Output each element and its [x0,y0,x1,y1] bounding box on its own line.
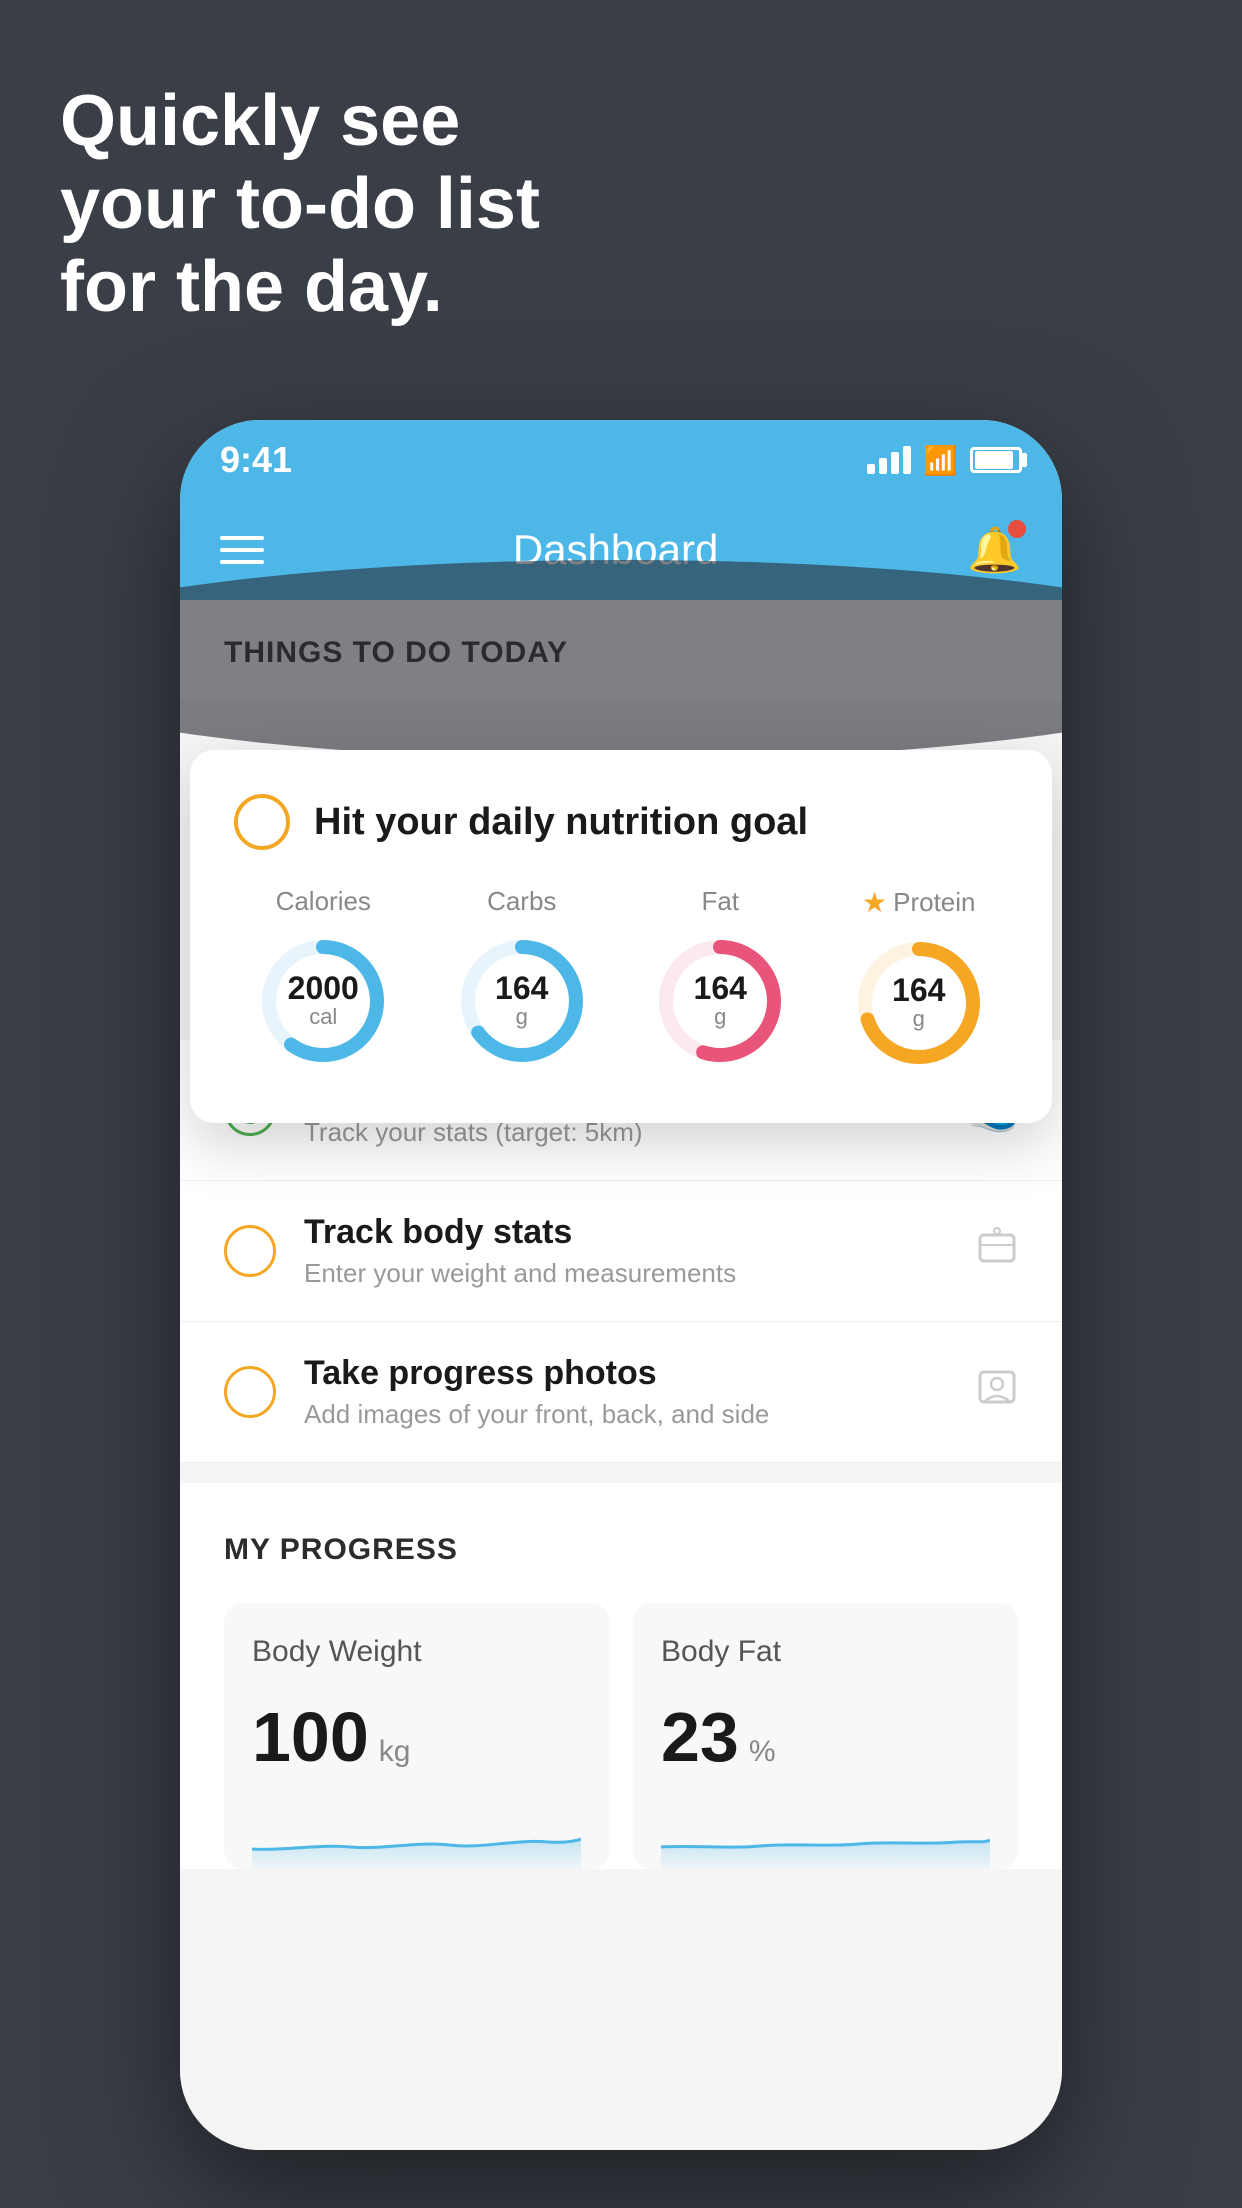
notification-dot [1008,520,1026,538]
todo-text-photos: Take progress photos Add images of your … [304,1354,948,1430]
hamburger-menu[interactable] [220,536,264,564]
body-weight-card[interactable]: Body Weight 100 kg [224,1603,609,1869]
body-weight-label: Body Weight [252,1635,581,1669]
nutrition-card: Hit your daily nutrition goal Calories [190,750,1052,1123]
todo-text-body-stats: Track body stats Enter your weight and m… [304,1213,948,1289]
todo-sub-photos: Add images of your front, back, and side [304,1399,948,1430]
body-fat-unit: % [749,1735,776,1769]
calories-value: 2000 [288,972,359,1004]
protein-donut: 164 g [849,933,989,1073]
fat-donut: 164 g [650,931,790,1071]
protein-item: ★ Protein 164 g [849,886,989,1073]
battery-icon [970,447,1022,473]
todo-title-body-stats: Track body stats [304,1213,948,1252]
scale-icon [976,1225,1018,1277]
fat-value: 164 [694,972,747,1004]
body-weight-value: 100 [252,1697,369,1777]
progress-section: MY PROGRESS Body Weight 100 kg [180,1483,1062,1869]
calories-unit: cal [288,1004,359,1030]
calories-item: Calories 2000 cal [253,886,393,1073]
nutrition-grid: Calories 2000 cal [234,886,1008,1073]
protein-value: 164 [892,974,945,1006]
protein-unit: g [892,1006,945,1032]
wifi-icon: 📶 [923,444,958,477]
signal-icon [867,446,911,474]
carbs-item: Carbs 164 g [452,886,592,1073]
todo-circle-photos [224,1366,276,1418]
phone-mockup: 9:41 📶 Dashboard 🔔 THINGS TO [180,420,1062,2150]
star-icon: ★ [862,886,887,919]
carbs-value: 164 [495,972,548,1004]
body-fat-label: Body Fat [661,1635,990,1669]
hero-text: Quickly see your to-do list for the day. [60,80,540,328]
calories-label: Calories [276,886,371,917]
todo-sub-body-stats: Enter your weight and measurements [304,1258,948,1289]
hero-line3: for the day. [60,246,540,329]
todo-title-photos: Take progress photos [304,1354,948,1393]
carbs-label: Carbs [487,886,556,917]
card-title: Hit your daily nutrition goal [314,801,808,844]
notification-bell[interactable]: 🔔 [967,524,1022,576]
carbs-unit: g [495,1004,548,1030]
main-content: THINGS TO DO TODAY Hit your daily nutrit… [180,600,1062,2150]
fat-label: Fat [701,886,739,917]
carbs-donut: 164 g [452,931,592,1071]
protein-label-row: ★ Protein [862,886,976,919]
body-weight-value-row: 100 kg [252,1697,581,1777]
todo-item-photos[interactable]: Take progress photos Add images of your … [180,1322,1062,1463]
todo-item-body-stats[interactable]: Track body stats Enter your weight and m… [180,1181,1062,1322]
todo-circle-body-stats [224,1225,276,1277]
protein-label: Protein [893,887,975,918]
body-weight-sparkline [252,1809,581,1869]
body-fat-sparkline [661,1809,990,1869]
card-header: Hit your daily nutrition goal [234,794,1008,850]
body-fat-card[interactable]: Body Fat 23 % [633,1603,1018,1869]
fat-item: Fat 164 g [650,886,790,1073]
portrait-icon [976,1366,1018,1418]
fat-unit: g [694,1004,747,1030]
progress-title: MY PROGRESS [224,1533,1018,1567]
body-fat-value: 23 [661,1697,739,1777]
status-time: 9:41 [220,439,292,481]
body-fat-value-row: 23 % [661,1697,990,1777]
task-circle[interactable] [234,794,290,850]
status-bar: 9:41 📶 [180,420,1062,500]
progress-cards: Body Weight 100 kg [224,1603,1018,1869]
body-weight-unit: kg [379,1735,411,1769]
hero-line2: your to-do list [60,163,540,246]
hero-line1: Quickly see [60,80,540,163]
calories-donut: 2000 cal [253,931,393,1071]
status-icons: 📶 [867,444,1022,477]
dark-shape [180,560,1062,760]
